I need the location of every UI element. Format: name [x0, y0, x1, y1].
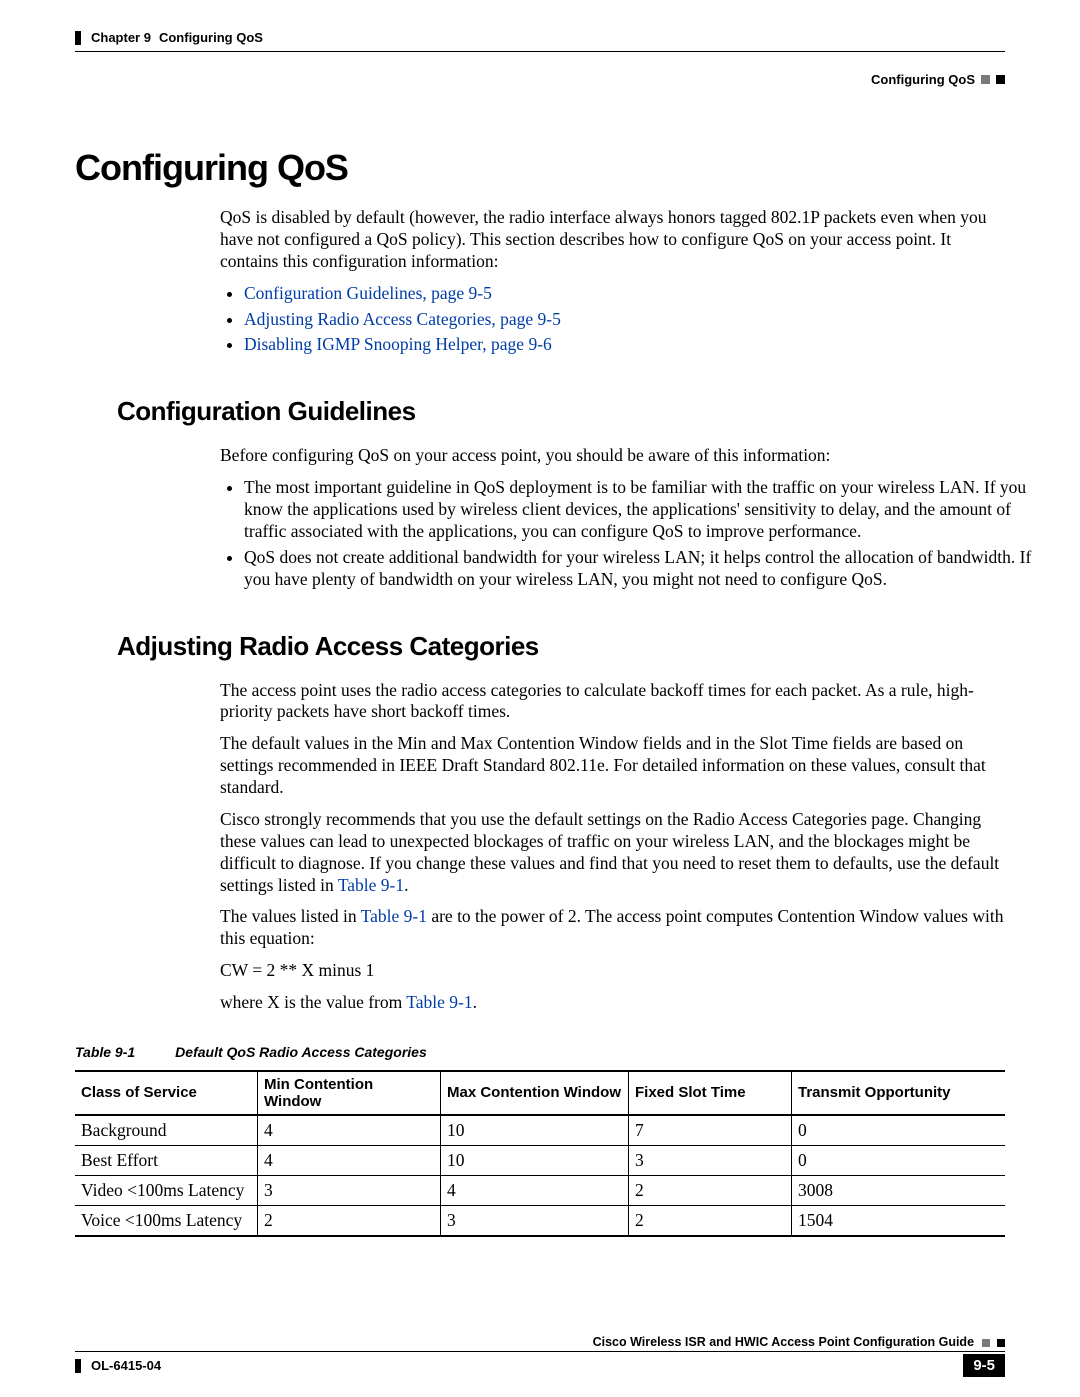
table-cell: Background — [75, 1115, 258, 1146]
footer: Cisco Wireless ISR and HWIC Access Point… — [75, 1335, 1005, 1377]
footer-doc-id: OL-6415-04 — [75, 1358, 161, 1373]
toc-list: Configuration Guidelines, page 9-5 Adjus… — [220, 283, 1034, 357]
list-item: The most important guideline in QoS depl… — [244, 477, 1034, 543]
table-cell: 2 — [629, 1175, 792, 1205]
table-cell: 2 — [629, 1205, 792, 1236]
table-link[interactable]: Table 9-1 — [338, 875, 404, 895]
toc-link[interactable]: Adjusting Radio Access Categories, page … — [244, 309, 561, 329]
table-header-row: Class of Service Min Contention Window M… — [75, 1071, 1005, 1115]
square-icon — [981, 75, 990, 84]
table-cell: 7 — [629, 1115, 792, 1146]
table-cell: 3 — [441, 1205, 629, 1236]
table-row: Best Effort41030 — [75, 1145, 1005, 1175]
section1-lead: Before configuring QoS on your access po… — [220, 445, 1010, 467]
table-cell: 0 — [792, 1145, 1006, 1175]
table-cell: Voice <100ms Latency — [75, 1205, 258, 1236]
header-rule — [75, 51, 1005, 52]
sec2-p5: where X is the value from Table 9-1. — [220, 992, 1010, 1014]
footer-book-title: Cisco Wireless ISR and HWIC Access Point… — [75, 1335, 1005, 1351]
equation: CW = 2 ** X minus 1 — [220, 960, 1010, 982]
list-item: Configuration Guidelines, page 9-5 — [244, 283, 1034, 305]
table-link[interactable]: Table 9-1 — [361, 906, 427, 926]
header-bar-icon — [75, 31, 81, 45]
table-cell: 1504 — [792, 1205, 1006, 1236]
intro-paragraph: QoS is disabled by default (however, the… — [220, 207, 1010, 273]
table-cell: Video <100ms Latency — [75, 1175, 258, 1205]
table-cell: 4 — [258, 1145, 441, 1175]
toc-link[interactable]: Configuration Guidelines, page 9-5 — [244, 283, 492, 303]
table-caption-title: Default QoS Radio Access Categories — [175, 1044, 427, 1060]
sec2-p1: The access point uses the radio access c… — [220, 680, 1010, 724]
page-title: Configuring QoS — [75, 147, 1005, 189]
square-icon — [982, 1339, 990, 1347]
col-header: Transmit Opportunity — [792, 1071, 1006, 1115]
square-icon — [996, 75, 1005, 84]
col-header: Fixed Slot Time — [629, 1071, 792, 1115]
list-item: QoS does not create additional bandwidth… — [244, 547, 1034, 591]
table-cell: 10 — [441, 1145, 629, 1175]
col-header: Min Contention Window — [258, 1071, 441, 1115]
table-cell: Best Effort — [75, 1145, 258, 1175]
section-heading: Configuration Guidelines — [117, 396, 1005, 427]
table-cell: 2 — [258, 1205, 441, 1236]
table-cell: 3 — [258, 1175, 441, 1205]
table-row: Background41070 — [75, 1115, 1005, 1146]
guidelines-list: The most important guideline in QoS depl… — [220, 477, 1034, 590]
sec2-p2: The default values in the Min and Max Co… — [220, 733, 1010, 799]
table-row: Voice <100ms Latency2321504 — [75, 1205, 1005, 1236]
page-number: 9-5 — [963, 1354, 1005, 1377]
sec2-p4: The values listed in Table 9-1 are to th… — [220, 906, 1010, 950]
list-item: Disabling IGMP Snooping Helper, page 9-6 — [244, 334, 1034, 356]
table-cell: 4 — [258, 1115, 441, 1146]
footer-bar-icon — [75, 1359, 81, 1373]
header-left: Chapter 9 Configuring QoS — [75, 30, 1005, 45]
qos-table: Class of Service Min Contention Window M… — [75, 1070, 1005, 1237]
header-right: Configuring QoS — [75, 72, 1005, 87]
chapter-title: Configuring QoS — [159, 30, 263, 45]
col-header: Class of Service — [75, 1071, 258, 1115]
toc-link[interactable]: Disabling IGMP Snooping Helper, page 9-6 — [244, 334, 552, 354]
sec2-p3: Cisco strongly recommends that you use t… — [220, 809, 1010, 897]
table-link[interactable]: Table 9-1 — [406, 992, 472, 1012]
chapter-label: Chapter 9 — [91, 30, 151, 45]
list-item: Adjusting Radio Access Categories, page … — [244, 309, 1034, 331]
square-icon — [997, 1339, 1005, 1347]
table-cell: 4 — [441, 1175, 629, 1205]
table-cell: 3008 — [792, 1175, 1006, 1205]
table-number: Table 9-1 — [75, 1044, 135, 1060]
table-cell: 10 — [441, 1115, 629, 1146]
col-header: Max Contention Window — [441, 1071, 629, 1115]
section-title: Configuring QoS — [871, 72, 975, 87]
table-row: Video <100ms Latency3423008 — [75, 1175, 1005, 1205]
table-caption: Table 9-1 Default QoS Radio Access Catego… — [75, 1044, 1005, 1060]
section-heading: Adjusting Radio Access Categories — [117, 631, 1005, 662]
table-cell: 3 — [629, 1145, 792, 1175]
table-cell: 0 — [792, 1115, 1006, 1146]
